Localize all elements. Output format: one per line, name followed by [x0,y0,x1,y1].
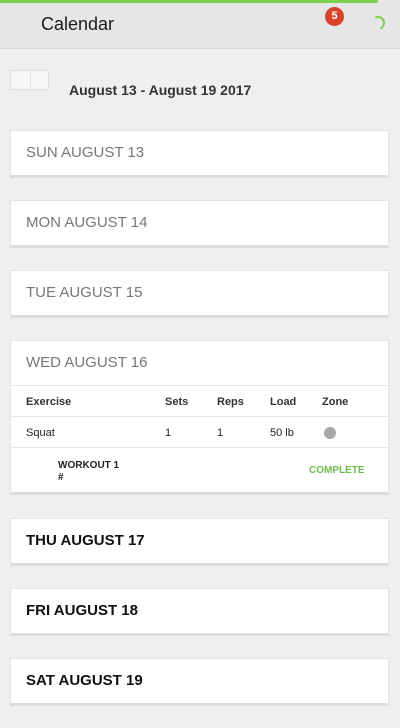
week-navigation [10,70,49,90]
workout-name: WORKOUT 1 # [58,460,119,484]
day-label: TUE AUGUST 15 [26,284,143,301]
day-label: FRI AUGUST 18 [26,602,138,619]
loading-progress-bar [0,0,378,3]
column-header-reps: Reps [217,396,244,408]
day-card-friday[interactable]: FRI AUGUST 18 [10,588,389,636]
workout-summary-row[interactable]: WORKOUT 1 # COMPLETE [11,448,388,492]
table-header-row: Exercise Sets Reps Load Zone [11,386,388,417]
day-label: WED AUGUST 16 [26,354,148,371]
day-card-tuesday[interactable]: TUE AUGUST 15 [10,270,389,318]
column-header-exercise: Exercise [26,396,72,408]
page-title: Calendar [41,14,115,34]
day-card-wednesday[interactable]: WED AUGUST 16 Exercise Sets Reps Load Zo… [10,340,389,495]
day-card-saturday[interactable]: SAT AUGUST 19 [10,658,389,706]
column-header-load: Load [270,396,297,408]
workout-title: WORKOUT 1 [58,460,120,471]
day-card-sunday[interactable]: SUN AUGUST 13 [10,130,389,178]
exercise-table: Exercise Sets Reps Load Zone Squat 1 1 5… [11,385,388,448]
loading-spinner-icon [369,14,387,32]
previous-week-button[interactable] [11,71,30,89]
exercise-sets: 1 [165,427,172,439]
zone-indicator-icon [324,427,336,439]
day-card-monday[interactable]: MON AUGUST 14 [10,200,389,248]
column-header-sets: Sets [165,396,189,408]
week-date-range: August 13 - August 19 2017 [69,82,252,98]
day-label: MON AUGUST 14 [26,214,148,231]
table-row[interactable]: Squat 1 1 50 lb [11,417,388,448]
column-header-zone: Zone [322,396,349,408]
day-label: THU AUGUST 17 [26,532,145,549]
day-label: SAT AUGUST 19 [26,672,143,689]
exercise-load: 50 lb [270,427,294,439]
day-label: SUN AUGUST 13 [26,144,145,161]
workout-hash: # [58,472,64,483]
app-header: Calendar 5 [0,0,400,49]
next-week-button[interactable] [29,71,49,89]
notification-badge[interactable]: 5 [325,7,344,26]
workout-status-label: COMPLETE [309,465,365,476]
exercise-name: Squat [26,427,55,439]
exercise-reps: 1 [217,427,224,439]
day-card-thursday[interactable]: THU AUGUST 17 [10,518,389,566]
